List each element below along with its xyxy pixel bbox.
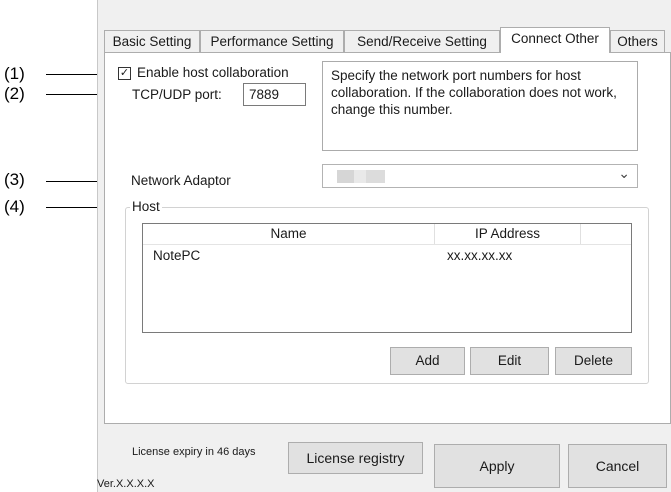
column-header-name[interactable]: Name	[143, 224, 435, 244]
tab-connect-other[interactable]: Connect Other	[500, 27, 610, 53]
cancel-button[interactable]: Cancel	[568, 444, 667, 488]
tab-send-receive-setting[interactable]: Send/Receive Setting	[344, 30, 500, 52]
add-button[interactable]: Add	[390, 347, 465, 375]
network-adaptor-label: Network Adaptor	[131, 173, 231, 188]
tab-others[interactable]: Others	[610, 30, 665, 52]
callout-1: (1)	[4, 64, 25, 83]
edit-button[interactable]: Edit	[470, 347, 549, 375]
host-list[interactable]: Name IP Address NotePC xx.xx.xx.xx	[142, 223, 632, 333]
tab-strip: Basic Setting Performance Setting Send/R…	[104, 27, 671, 53]
host-ip-cell: xx.xx.xx.xx	[447, 248, 513, 263]
description-box: Specify the network port numbers for hos…	[322, 61, 638, 151]
delete-button[interactable]: Delete	[555, 347, 632, 375]
tab-performance-setting[interactable]: Performance Setting	[200, 30, 344, 52]
table-row[interactable]: NotePC xx.xx.xx.xx	[143, 248, 631, 266]
host-group-label: Host	[130, 199, 162, 214]
apply-button[interactable]: Apply	[434, 444, 560, 488]
column-header-ip[interactable]: IP Address	[435, 224, 581, 244]
network-adaptor-select[interactable]: ⌄	[322, 164, 638, 188]
license-expiry-text: License expiry in 46 days	[132, 446, 256, 458]
callout-4: (4)	[4, 197, 25, 216]
list-header-divider	[143, 244, 631, 245]
license-registry-button[interactable]: License registry	[288, 442, 423, 474]
adaptor-value-redacted	[337, 170, 385, 183]
host-name-cell: NotePC	[153, 248, 201, 263]
tab-basic-setting[interactable]: Basic Setting	[104, 30, 200, 52]
enable-host-checkbox[interactable]: ✓	[118, 67, 131, 80]
chevron-down-icon[interactable]: ⌄	[618, 165, 630, 182]
callout-2: (2)	[4, 84, 25, 103]
version-label: Ver.X.X.X.X	[97, 478, 155, 490]
port-label: TCP/UDP port:	[132, 87, 222, 102]
enable-host-label[interactable]: Enable host collaboration	[137, 65, 289, 80]
callout-3: (3)	[4, 170, 25, 189]
port-input[interactable]: 7889	[243, 83, 306, 106]
